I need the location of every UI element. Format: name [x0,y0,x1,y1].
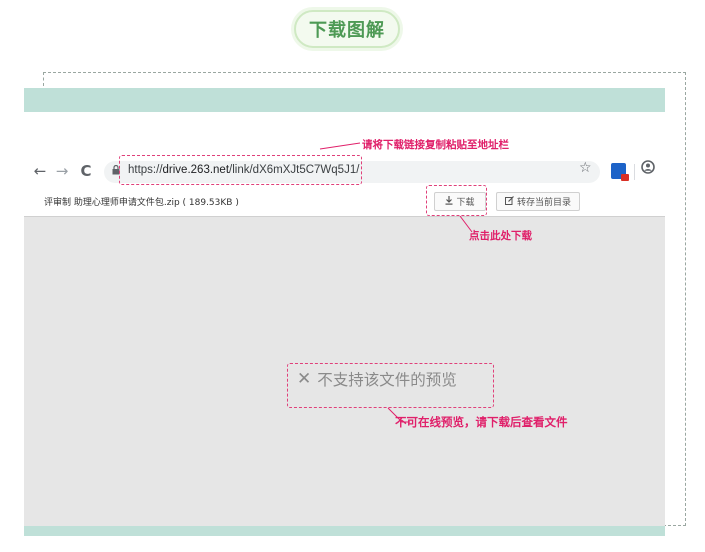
save-to-folder-button[interactable]: 转存当前目录 [496,192,580,211]
save-button-label: 转存当前目录 [516,198,571,208]
star-icon[interactable]: ☆ [579,160,592,176]
profile-icon[interactable] [641,160,655,178]
reload-icon[interactable]: C [78,161,94,181]
teal-band-top [24,88,665,112]
annotation-paste-url: 请将下载链接复制粘贴至地址栏 [362,139,509,151]
teal-band-bottom [24,526,665,536]
page-title-badge: 下载图解 [294,10,400,48]
toolbar-divider [634,164,635,180]
annotation-click-download: 点击此处下载 [469,230,532,242]
forward-arrow-icon[interactable]: → [54,161,70,181]
page-title: 下载图解 [309,20,385,41]
back-arrow-icon[interactable]: ← [32,161,48,181]
outer-dashed-frame-left [43,72,45,86]
extension-icon[interactable] [611,163,629,181]
file-info-bar: 评审制 助理心理师申请文件包.zip ( 189.53KB ) 下载 转存当前目… [24,186,665,217]
download-highlight-box [426,185,487,216]
annotation-no-preview-hint: 不可在线预览，请下载后查看文件 [395,415,568,429]
url-highlight-box [119,155,362,185]
edit-icon [504,195,514,208]
file-name: 评审制 助理心理师申请文件包.zip ( 189.53KB ) [44,198,239,208]
no-preview-highlight-box [287,363,494,408]
